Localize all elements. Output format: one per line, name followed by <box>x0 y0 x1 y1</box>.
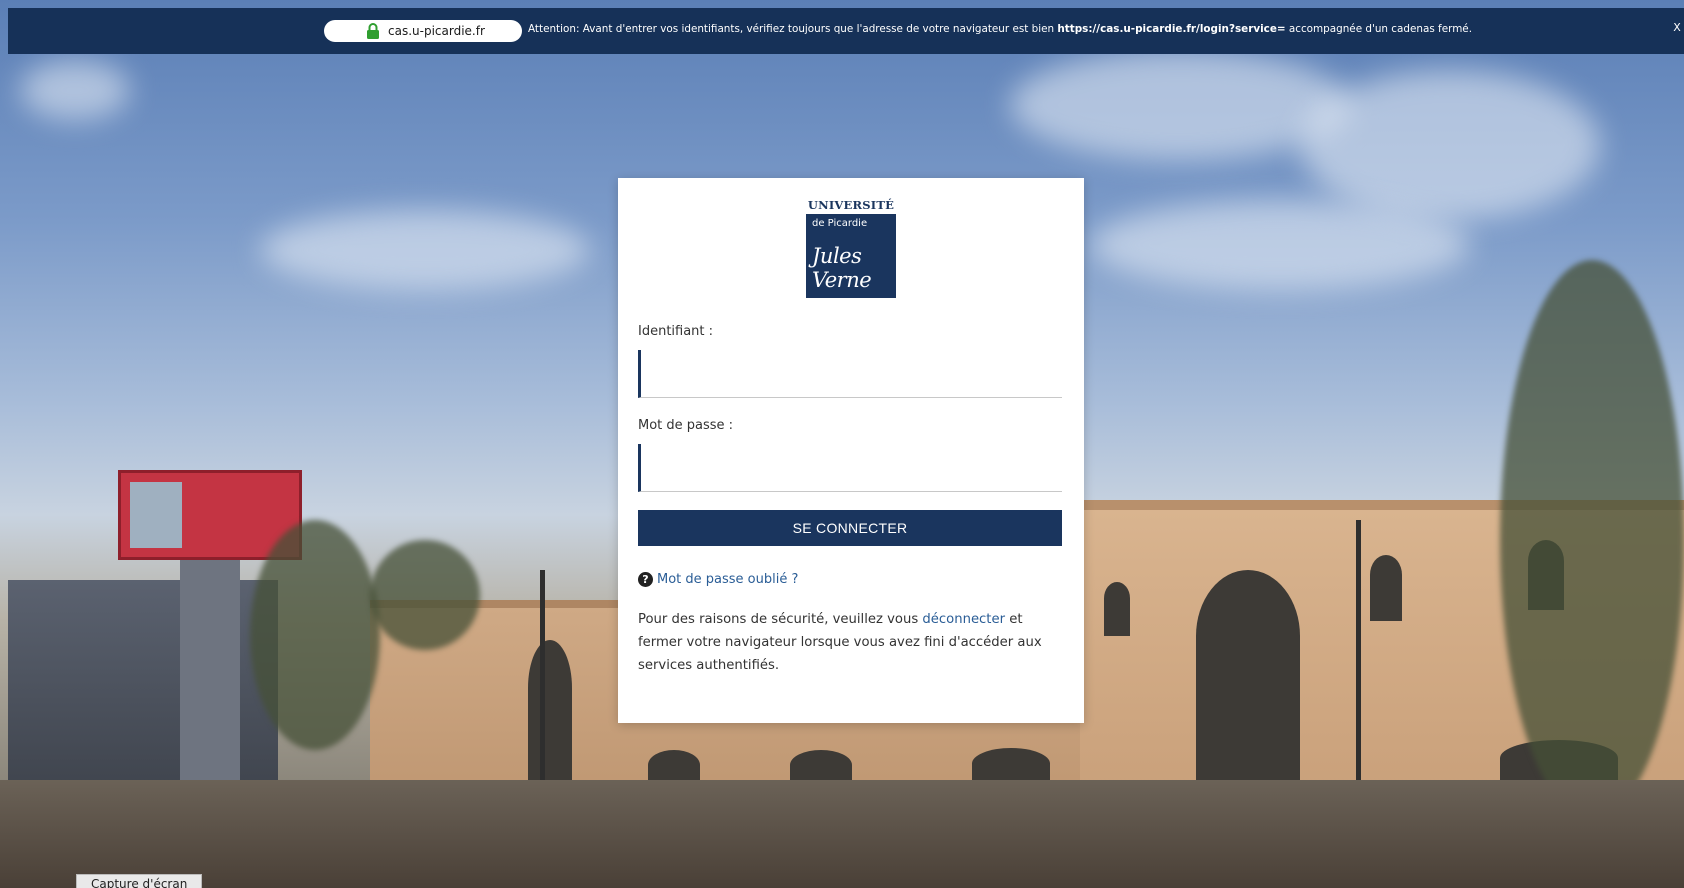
warning-text-prefix: Attention: Avant d'entrer vos identifian… <box>528 23 1058 35</box>
logo-subtitle: de Picardie <box>812 218 868 229</box>
warning-url: https://cas.u-picardie.fr/login?service= <box>1057 23 1286 35</box>
url-text: cas.u-picardie.fr <box>388 24 485 38</box>
cloud <box>260 210 590 290</box>
password-label: Mot de passe : <box>638 418 734 433</box>
login-card: UNIVERSITÉ de Picardie Jules Verne Ident… <box>618 178 1084 723</box>
forgot-password-link[interactable]: ? Mot de passe oublié ? <box>638 572 798 587</box>
url-pill: cas.u-picardie.fr <box>324 20 522 42</box>
warning-text-suffix: accompagnée d'un cadenas fermé. <box>1285 23 1473 35</box>
security-warning-bar: cas.u-picardie.fr Attention: Avant d'ent… <box>8 8 1684 54</box>
notice-text-before: Pour des raisons de sécurité, veuillez v… <box>638 612 923 627</box>
username-field[interactable] <box>638 350 1062 398</box>
window <box>1104 582 1130 636</box>
tree <box>250 520 380 750</box>
logo-emblem: de Picardie Jules Verne <box>806 214 896 298</box>
tree <box>370 540 480 650</box>
cloud <box>1300 70 1600 220</box>
cloud <box>1090 200 1470 290</box>
cloud <box>1010 50 1350 160</box>
arch <box>528 640 572 800</box>
security-notice: Pour des raisons de sécurité, veuillez v… <box>638 608 1068 677</box>
logo-title: UNIVERSITÉ <box>807 198 895 212</box>
login-button[interactable]: SE CONNECTER <box>638 510 1062 546</box>
cloud <box>20 60 130 120</box>
forgot-password-label: Mot de passe oublié ? <box>657 572 799 587</box>
logout-link[interactable]: déconnecter <box>922 612 1005 627</box>
logo-signature: Jules Verne <box>812 244 872 292</box>
password-field[interactable] <box>638 444 1062 492</box>
username-label: Identifiant : <box>638 324 714 339</box>
tower-stem <box>180 560 240 800</box>
warning-message: Attention: Avant d'entrer vos identifian… <box>528 23 1472 35</box>
lock-icon <box>367 23 379 39</box>
question-circle-icon: ? <box>638 572 653 587</box>
tree <box>1500 260 1684 820</box>
screen-capture-chip[interactable]: Capture d'écran <box>76 874 202 888</box>
university-logo: UNIVERSITÉ de Picardie Jules Verne <box>806 198 896 300</box>
main-entrance-arch <box>1196 570 1300 790</box>
tower-window <box>130 482 182 548</box>
close-icon[interactable]: X <box>1670 20 1684 36</box>
plaza-ground <box>0 780 1684 888</box>
window <box>1370 555 1402 621</box>
